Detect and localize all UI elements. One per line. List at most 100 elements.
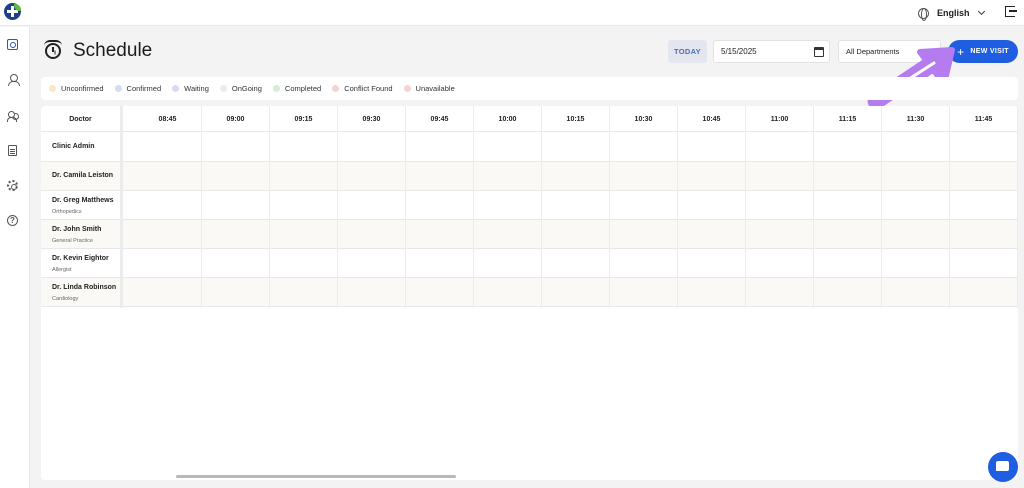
- legend-dot-icon: [172, 85, 180, 92]
- sidebar-item-help[interactable]: ?: [6, 214, 19, 227]
- legend-label: Unconfirmed: [61, 84, 104, 93]
- doctor-name: Dr. John Smith: [52, 226, 102, 233]
- legend-label: Unavailable: [415, 84, 455, 93]
- doctor-name: Dr. Kevin Eightor: [52, 255, 109, 262]
- time-slot-header: 10:00: [474, 106, 542, 132]
- language-selector[interactable]: English: [918, 6, 985, 21]
- doctor-name: Dr. Camila Leiston: [52, 172, 114, 179]
- time-slot-header: 10:45: [678, 106, 746, 132]
- chat-icon[interactable]: [988, 452, 1018, 482]
- legend-dot-icon: [403, 85, 411, 92]
- logout-icon[interactable]: [1005, 6, 1017, 17]
- time-slot-header: 09:45: [406, 106, 474, 132]
- sidebar-item-patients[interactable]: [6, 73, 20, 86]
- table-row[interactable]: Dr. Linda Robinson Cardiology: [41, 278, 1018, 307]
- table-row[interactable]: Dr. Camila Leiston: [41, 162, 1018, 191]
- legend-label: Waiting: [184, 84, 209, 93]
- time-slot-header: 09:30: [338, 106, 406, 132]
- grid-column-divider: [609, 132, 610, 308]
- frozen-column-divider: [120, 106, 123, 308]
- legend-dot-icon: [114, 85, 122, 92]
- gear-icon: [7, 180, 18, 191]
- doctor-specialty: Allergist: [52, 267, 72, 273]
- chevron-down-icon: [977, 7, 985, 16]
- legend-dot-icon: [272, 85, 280, 92]
- legend-dot-icon: [219, 85, 227, 92]
- document-icon: [8, 145, 17, 156]
- legend-item: Confirmed: [114, 84, 162, 93]
- doctor-name: Dr. Linda Robinson: [52, 284, 117, 291]
- legend-label: OnGoing: [231, 84, 262, 93]
- legend-item: Unconfirmed: [49, 84, 104, 93]
- table-row[interactable]: Clinic Admin: [41, 133, 1018, 162]
- grid-column-divider: [1017, 132, 1018, 308]
- new-visit-button[interactable]: + NEW VISIT: [948, 40, 1018, 63]
- app-logo[interactable]: [4, 3, 21, 20]
- time-slot-header: 11:30: [882, 106, 950, 132]
- legend-item: Completed: [272, 84, 322, 93]
- user-icon: [7, 74, 20, 86]
- date-picker[interactable]: 5/15/2025: [713, 40, 830, 63]
- calendar-picker-icon[interactable]: [814, 47, 824, 57]
- legend-item: Conflict Found: [332, 84, 393, 93]
- table-row[interactable]: Dr. Kevin Eightor Allergist: [41, 249, 1018, 278]
- time-slot-header: 08:45: [134, 106, 202, 132]
- users-icon: [6, 110, 19, 122]
- table-row[interactable]: Dr. Greg Matthews Orthopedics: [41, 191, 1018, 220]
- legend-item: OnGoing: [219, 84, 262, 93]
- today-button[interactable]: TODAY: [668, 40, 707, 63]
- department-value: All Departments: [846, 47, 900, 56]
- calendar-icon: [7, 39, 18, 50]
- grid-column-divider: [881, 132, 882, 308]
- sidebar-item-documents[interactable]: [6, 144, 19, 157]
- grid-column-divider: [473, 132, 474, 308]
- doctor-column-header: Doctor: [69, 115, 92, 123]
- top-bar: English: [0, 0, 1024, 26]
- status-legend: Unconfirmed Confirmed Waiting OnGoing Comple…: [41, 77, 1018, 100]
- language-label: English: [937, 8, 970, 18]
- sidebar-item-staff[interactable]: [6, 109, 19, 122]
- doctor-specialty: Cardiology: [52, 296, 79, 302]
- legend-label: Confirmed: [126, 84, 162, 93]
- grid-column-divider: [745, 132, 746, 308]
- time-slot-header: 11:00: [746, 106, 814, 132]
- schedule-grid: Doctor 08:45 09:00 09:15 09:30 09:45 10:00 10:…: [41, 106, 1018, 480]
- legend-item: Unavailable: [403, 84, 455, 93]
- time-slot-header: 10:15: [542, 106, 610, 132]
- horizontal-scrollbar[interactable]: [176, 475, 456, 478]
- grid-column-divider: [201, 132, 202, 308]
- alarm-clock-icon: [44, 40, 62, 59]
- time-slot-header: 09:00: [202, 106, 270, 132]
- time-slot-header: 11:15: [814, 106, 882, 132]
- help-icon: ?: [7, 215, 18, 226]
- legend-label: Conflict Found: [344, 84, 393, 93]
- grid-column-divider: [541, 132, 542, 308]
- grid-column-divider: [949, 132, 950, 308]
- grid-column-divider: [813, 132, 814, 308]
- sidebar-item-schedule[interactable]: [6, 38, 19, 51]
- legend-item: Waiting: [172, 84, 209, 93]
- doctor-name: Dr. Greg Matthews: [52, 197, 114, 204]
- grid-column-divider: [269, 132, 270, 308]
- globe-icon: [918, 7, 929, 21]
- grid-column-divider: [405, 132, 406, 308]
- time-slot-header: 10:30: [610, 106, 678, 132]
- grid-column-divider: [677, 132, 678, 308]
- time-slot-header: 11:45: [950, 106, 1018, 132]
- plus-icon: +: [957, 44, 965, 59]
- new-visit-label: NEW VISIT: [970, 48, 1009, 55]
- doctor-name: Clinic Admin: [52, 143, 95, 150]
- grid-header: Doctor 08:45 09:00 09:15 09:30 09:45 10:00 10:…: [41, 106, 1018, 132]
- legend-dot-icon: [332, 85, 340, 92]
- date-value: 5/15/2025: [721, 47, 757, 56]
- sidebar-item-settings[interactable]: [6, 179, 19, 192]
- table-row[interactable]: Dr. John Smith General Practice: [41, 220, 1018, 249]
- sidebar: ?: [0, 27, 30, 488]
- department-select[interactable]: All Departments: [838, 40, 941, 63]
- grid-column-divider: [337, 132, 338, 308]
- doctor-specialty: General Practice: [52, 238, 93, 244]
- legend-label: Completed: [284, 84, 322, 93]
- legend-dot-icon: [49, 85, 56, 92]
- time-slot-header: 09:15: [270, 106, 338, 132]
- page-title: Schedule: [73, 40, 153, 61]
